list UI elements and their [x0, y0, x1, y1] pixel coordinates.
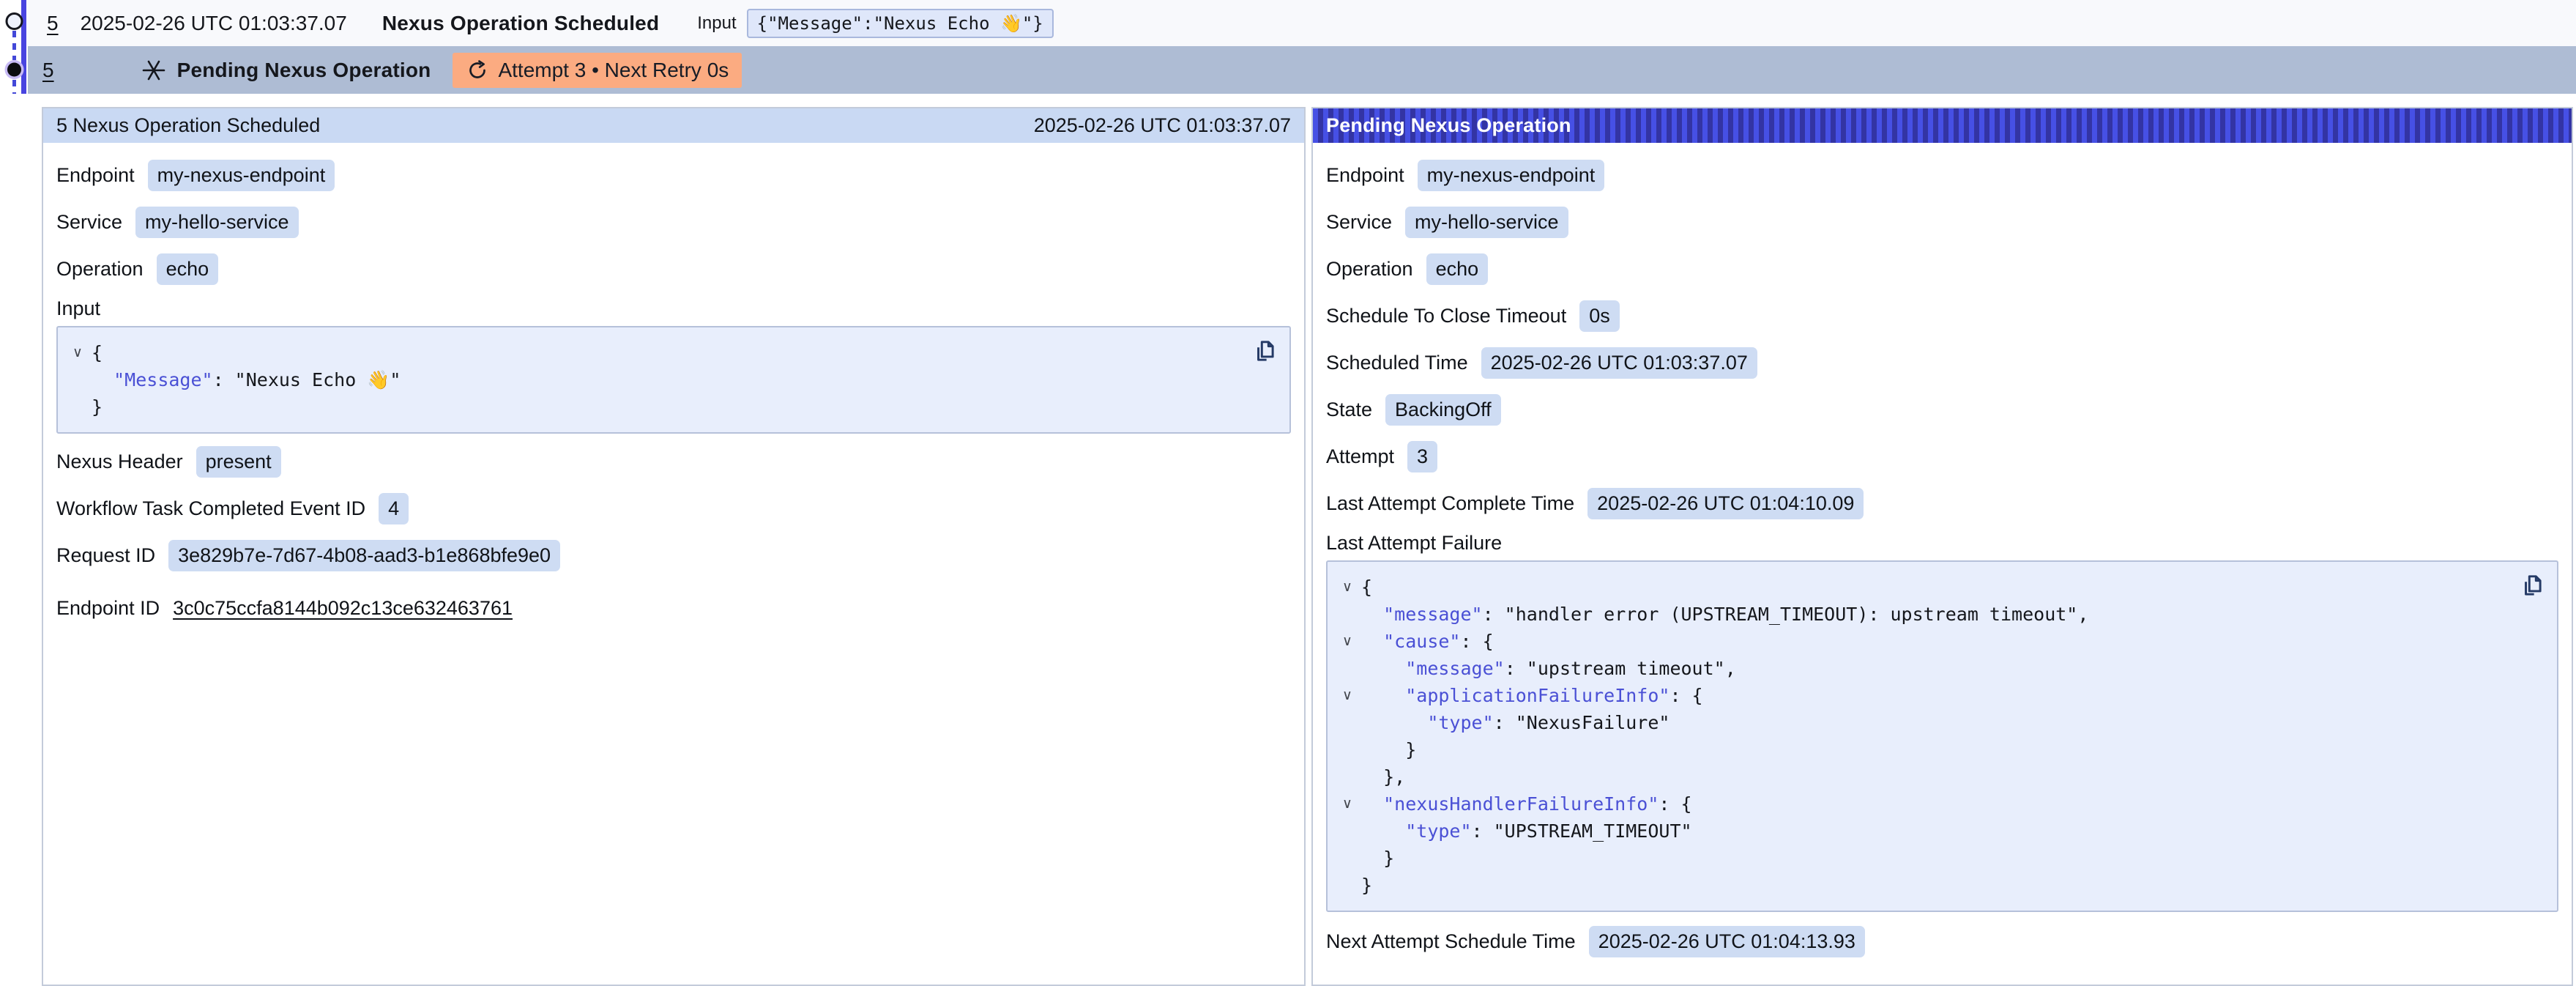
field-row: Next Attempt Schedule Time 2025-02-26 UT… [1326, 918, 2558, 965]
field-label: Scheduled Time [1326, 352, 1468, 374]
field-label: Last Attempt Complete Time [1326, 492, 1574, 515]
copy-button[interactable] [1250, 336, 1279, 366]
input-preview-chip[interactable]: {"Message":"Nexus Echo 👋"} [747, 9, 1054, 38]
field-value-badge: 2025-02-26 UTC 01:04:13.93 [1589, 926, 1865, 957]
pending-operation-header: Pending Nexus Operation [1313, 108, 2572, 143]
collapse-chevron-icon [1333, 601, 1361, 628]
event-row-pending-nexus-operation[interactable]: 5 Pending Nexus Operation Attempt 3 • Ne… [28, 46, 2576, 94]
collapse-chevron-icon [1333, 818, 1361, 845]
panel-title: Pending Nexus Operation [1326, 114, 1571, 137]
retry-badge-label: Attempt 3 • Next Retry 0s [498, 59, 729, 82]
field-label: Schedule To Close Timeout [1326, 305, 1566, 327]
field-label: Nexus Header [56, 451, 183, 473]
field-value-badge: my-hello-service [1405, 207, 1568, 238]
field-label: Operation [1326, 258, 1413, 281]
field-value-badge: BackingOff [1385, 394, 1501, 426]
field-row: Last Attempt Complete Time 2025-02-26 UT… [1326, 480, 2558, 527]
collapse-chevron-icon [64, 393, 92, 420]
field-value-badge: present [196, 446, 281, 478]
input-json-viewer: ∨{ "Message": "Nexus Echo 👋"} [56, 326, 1291, 434]
field-value-badge: echo [157, 253, 219, 285]
field-label: Workflow Task Completed Event ID [56, 497, 365, 520]
field-row: Attempt 3 [1326, 433, 2558, 480]
copy-icon [1251, 338, 1278, 364]
field-row: Operation echo [56, 245, 1291, 292]
collapse-chevron-icon [1333, 736, 1361, 763]
event-detail-header: 5 Nexus Operation Scheduled 2025-02-26 U… [43, 108, 1304, 143]
event-id-link[interactable]: 5 [47, 12, 59, 35]
field-label: Endpoint ID [56, 597, 160, 620]
event-name: Nexus Operation Scheduled [382, 12, 659, 35]
field-row-endpoint-id: Endpoint ID 3c0c75ccfa8144b092c13ce63246… [56, 585, 1291, 631]
field-row: Endpoint my-nexus-endpoint [56, 152, 1291, 199]
retry-status-badge: Attempt 3 • Next Retry 0s [453, 53, 742, 88]
event-node-current-icon [7, 63, 21, 77]
field-label: Attempt [1326, 445, 1394, 468]
event-row-nexus-operation-scheduled[interactable]: 5 2025-02-26 UTC 01:03:37.07 Nexus Opera… [28, 0, 2576, 46]
field-row: Operation echo [1326, 245, 2558, 292]
field-row: Request ID 3e829b7e-7d67-4b08-aad3-b1e86… [56, 532, 1291, 579]
field-row: Endpoint my-nexus-endpoint [1326, 152, 2558, 199]
field-row: Service my-hello-service [56, 199, 1291, 245]
event-node-open-icon [7, 14, 22, 29]
field-label: Endpoint [56, 164, 135, 187]
field-value-badge: 4 [379, 493, 409, 524]
collapse-chevron-icon [1333, 763, 1361, 790]
field-row: State BackingOff [1326, 386, 2558, 433]
pending-operation-panel: Pending Nexus Operation Endpoint my-nexu… [1311, 107, 2573, 986]
collapse-chevron-icon [1333, 655, 1361, 682]
field-row: Nexus Header present [56, 438, 1291, 485]
field-label: Operation [56, 258, 144, 281]
pending-asterisk-icon [141, 57, 167, 84]
field-label: Service [1326, 211, 1392, 234]
field-value-badge: my-hello-service [135, 207, 299, 238]
event-name: Pending Nexus Operation [177, 59, 431, 82]
field-label: Next Attempt Schedule Time [1326, 930, 1576, 953]
collapse-chevron-icon[interactable]: ∨ [1333, 628, 1361, 655]
event-id-link[interactable]: 5 [42, 59, 54, 82]
field-value-badge: my-nexus-endpoint [148, 160, 335, 191]
field-value-badge: 3e829b7e-7d67-4b08-aad3-b1e868bfe9e0 [168, 540, 560, 571]
endpoint-id-link[interactable]: 3c0c75ccfa8144b092c13ce632463761 [173, 597, 513, 620]
collapse-chevron-icon [1333, 872, 1361, 899]
collapse-chevron-icon [64, 366, 92, 393]
copy-button[interactable] [2517, 571, 2547, 600]
input-field-label: Input [697, 13, 736, 34]
field-row: Schedule To Close Timeout 0s [1326, 292, 2558, 339]
collapse-chevron-icon[interactable]: ∨ [1333, 682, 1361, 709]
timeline-track [0, 0, 41, 94]
event-timestamp: 2025-02-26 UTC 01:03:37.07 [81, 12, 347, 35]
field-value-badge: echo [1426, 253, 1489, 285]
field-value-badge: 3 [1407, 441, 1437, 472]
collapse-chevron-icon [1333, 709, 1361, 736]
field-label: Service [56, 211, 122, 234]
field-value-badge: 2025-02-26 UTC 01:04:10.09 [1587, 488, 1864, 519]
field-row: Scheduled Time 2025-02-26 UTC 01:03:37.0… [1326, 339, 2558, 386]
input-section-label: Input [56, 292, 1291, 325]
timeline-active-bar [21, 0, 26, 94]
event-detail-panel: 5 Nexus Operation Scheduled 2025-02-26 U… [42, 107, 1306, 986]
field-label: Endpoint [1326, 164, 1404, 187]
collapse-chevron-icon [1333, 845, 1361, 872]
collapse-chevron-icon[interactable]: ∨ [64, 339, 92, 366]
field-row: Workflow Task Completed Event ID 4 [56, 485, 1291, 532]
collapse-chevron-icon[interactable]: ∨ [1333, 790, 1361, 818]
field-row: Service my-hello-service [1326, 199, 2558, 245]
copy-icon [2519, 572, 2545, 598]
panel-timestamp: 2025-02-26 UTC 01:03:37.07 [1034, 114, 1291, 137]
field-label: Request ID [56, 544, 155, 567]
collapse-chevron-icon[interactable]: ∨ [1333, 574, 1361, 601]
field-value-badge: 2025-02-26 UTC 01:03:37.07 [1481, 347, 1757, 379]
failure-section-label: Last Attempt Failure [1326, 527, 2558, 559]
field-value-badge: 0s [1579, 300, 1620, 332]
field-value-badge: my-nexus-endpoint [1418, 160, 1605, 191]
field-label: State [1326, 399, 1372, 421]
panel-title: 5 Nexus Operation Scheduled [56, 114, 320, 137]
failure-json-viewer: ∨{ "message": "handler error (UPSTREAM_T… [1326, 560, 2558, 912]
retry-icon [466, 59, 489, 82]
